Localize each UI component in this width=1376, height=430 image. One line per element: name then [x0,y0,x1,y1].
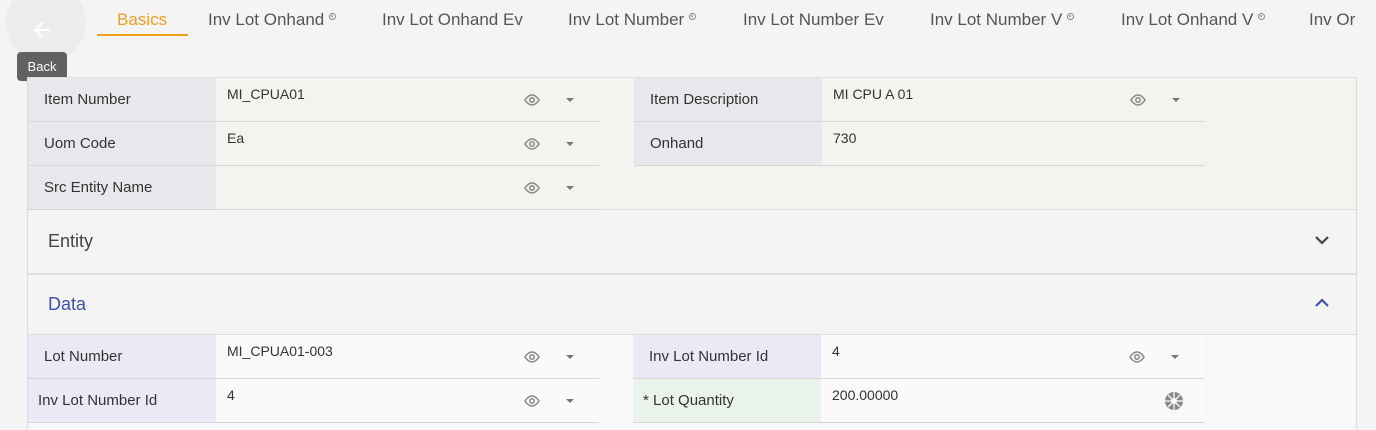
eye-icon[interactable] [523,351,541,363]
lot-number-label: Lot Number [28,335,216,379]
item-number-row: Item Number MI_CPUA01 [28,78,599,122]
eye-icon[interactable] [523,94,541,106]
chevron-down-icon[interactable] [566,355,574,359]
chevron-down-icon[interactable] [1171,355,1179,359]
tab-inv-lot-onhand-v[interactable]: Inv Lot Onhand V [1121,10,1266,36]
basics-panel: Item Number MI_CPUA01 Item Description M… [27,77,1357,210]
arrow-left-icon [34,22,50,38]
page: Back Basics Inv Lot Onhand Inv Lot Onhan… [0,0,1376,430]
tab-inv-lot-onhand-ev[interactable]: Inv Lot Onhand Ev [382,10,523,36]
data-section-title: Data [48,294,87,314]
onhand-field: 730 [822,122,1205,166]
inv-lot-number-id-label: Inv Lot Number Id [28,379,216,423]
eye-icon[interactable] [1128,351,1146,363]
chevron-down-icon[interactable] [1172,98,1180,102]
tab-inv-or[interactable]: Inv Or [1309,10,1355,36]
eye-icon[interactable] [1129,94,1147,106]
tab-inv-lot-number-ev[interactable]: Inv Lot Number Ev [743,10,884,36]
lot-quantity-value: 200.00000 [832,387,899,403]
item-description-label: Item Description [634,78,822,122]
entity-section-title: Entity [48,231,94,251]
eye-icon[interactable] [523,395,541,407]
inv-lot-number-id-value: 4 [832,343,840,359]
eye-icon[interactable] [523,138,541,150]
lot-quantity-label: * Lot Quantity [633,379,821,423]
chevron-down-icon[interactable] [566,186,574,190]
chevron-up-icon[interactable] [1314,297,1330,309]
info-dot-icon [689,13,697,20]
lot-number-row: Lot Number MI_CPUA01-003 [28,335,599,379]
lot-number-value: MI_CPUA01-003 [227,343,333,359]
inv-lot-number-id-left-row: Inv Lot Number Id 4 [28,379,599,423]
uom-code-label: Uom Code [28,122,216,166]
inv-lot-number-id-label: Inv Lot Number Id [633,335,821,379]
info-dot-icon [329,13,337,20]
aperture-icon[interactable] [1164,391,1184,411]
uom-code-field[interactable]: Ea [216,122,599,166]
info-dot-icon [1067,13,1075,20]
onhand-value: 730 [833,130,857,146]
inv-lot-number-id-value: 4 [227,387,235,403]
lot-quantity-field[interactable]: 200.00000 [821,379,1204,423]
tab-inv-lot-number-v[interactable]: Inv Lot Number V [930,10,1075,36]
data-section-header[interactable]: Data [27,274,1357,335]
lot-number-field[interactable]: MI_CPUA01-003 [216,335,599,379]
tab-basics[interactable]: Basics [97,10,188,36]
src-entity-name-label: Src Entity Name [28,166,216,210]
item-number-field[interactable]: MI_CPUA01 [216,78,599,122]
item-number-label: Item Number [28,78,216,122]
info-dot-icon [1258,13,1266,20]
src-entity-name-field[interactable] [216,166,599,210]
src-entity-name-row: Src Entity Name [28,166,599,210]
entity-section-header[interactable]: Entity [27,210,1357,274]
item-description-row: Item Description MI CPU A 01 [634,78,1205,122]
chevron-down-icon[interactable] [566,142,574,146]
uom-code-value: Ea [227,130,245,146]
inv-lot-number-id-field[interactable]: 4 [216,379,599,423]
inv-lot-number-id-field[interactable]: 4 [821,335,1204,379]
onhand-label: Onhand [634,122,822,166]
chevron-down-icon[interactable] [566,98,574,102]
tab-inv-lot-onhand[interactable]: Inv Lot Onhand [208,10,337,36]
eye-icon[interactable] [523,182,541,194]
data-panel: Lot Number MI_CPUA01-003 Inv Lot Number … [27,335,1357,430]
chevron-down-icon[interactable] [566,399,574,403]
lot-quantity-row: * Lot Quantity 200.00000 [633,379,1204,423]
chevron-down-icon[interactable] [1314,234,1330,246]
item-number-value: MI_CPUA01 [227,86,305,102]
tab-inv-lot-number[interactable]: Inv Lot Number [568,10,697,36]
onhand-row: Onhand 730 [634,122,1205,166]
inv-lot-number-id-right-row: Inv Lot Number Id 4 [633,335,1204,379]
uom-code-row: Uom Code Ea [28,122,599,166]
item-description-field[interactable]: MI CPU A 01 [822,78,1205,122]
item-description-value: MI CPU A 01 [833,86,914,102]
